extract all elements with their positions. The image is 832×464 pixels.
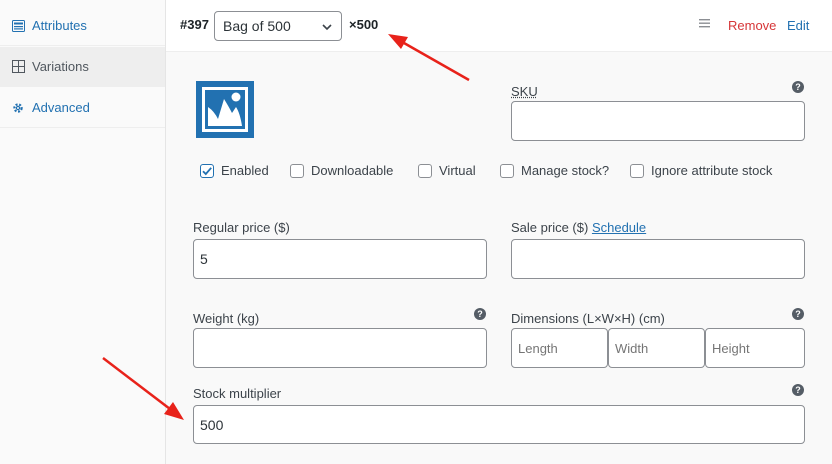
- annotation-arrow-top: [388, 34, 470, 82]
- annotation-arrows: [102, 34, 470, 420]
- annotation-arrow-bottom: [102, 357, 184, 420]
